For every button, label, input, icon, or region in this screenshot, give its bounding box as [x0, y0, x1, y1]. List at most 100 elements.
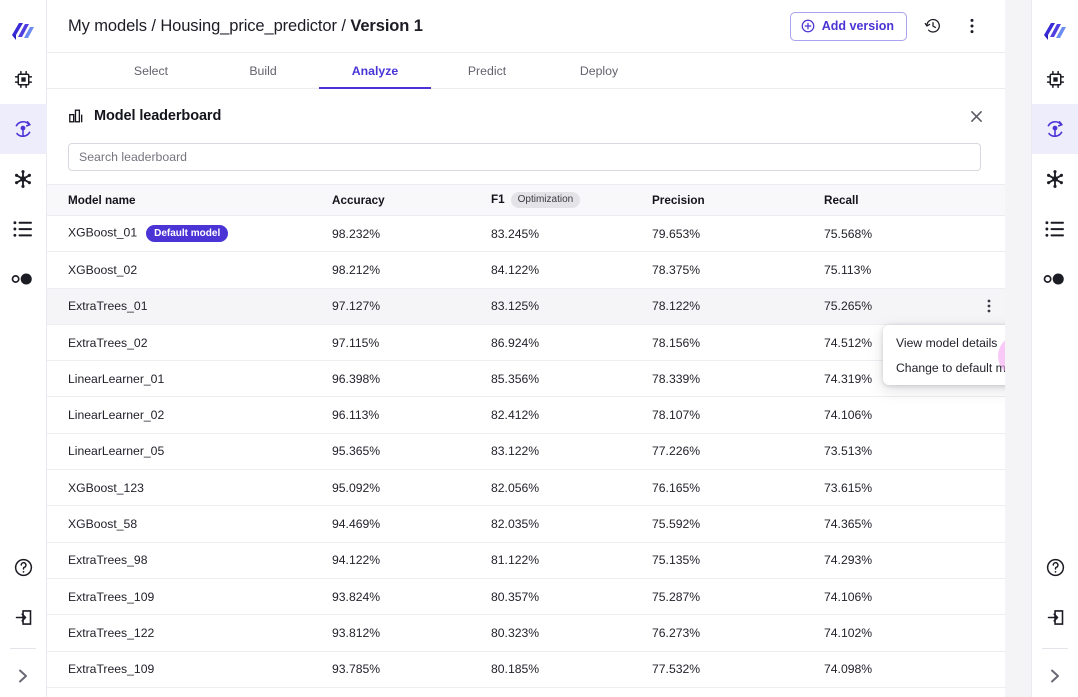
- sidebar-item-network[interactable]: [1032, 154, 1078, 204]
- cell-model-name: ExtraTrees_01: [47, 288, 332, 325]
- cell-precision: 78.339%: [652, 360, 824, 398]
- cell-accuracy: 98.232%: [332, 215, 491, 253]
- cell-accuracy: 96.113%: [332, 396, 491, 434]
- tab-select[interactable]: Select: [95, 53, 207, 88]
- brand-logo-icon[interactable]: [1032, 10, 1078, 54]
- table-header: Model name Accuracy F1 Optimization Preci…: [47, 184, 1005, 216]
- value-recall: 74.319%: [824, 371, 873, 386]
- table-body: XGBoost_01 Default model 98.232% 83.245% 79.…: [47, 215, 1005, 688]
- cell-accuracy: 93.824%: [332, 578, 491, 616]
- cell-model-name: ExtraTrees_122: [47, 614, 332, 652]
- tab-predict[interactable]: Predict: [431, 53, 543, 88]
- expand-sidebar-button[interactable]: [0, 655, 47, 697]
- cell-f1: 80.357%: [491, 578, 652, 616]
- cell-precision: 76.273%: [652, 614, 824, 652]
- cell-accuracy: 93.785%: [332, 651, 491, 688]
- menu-item-view-model-details[interactable]: View model details: [883, 330, 1005, 355]
- breadcrumb-current: Version 1: [350, 16, 423, 35]
- help-button[interactable]: [0, 542, 47, 592]
- table-row[interactable]: ExtraTrees_98 94.122% 81.122% 75.135% 74.293…: [47, 542, 1005, 579]
- table-row[interactable]: ExtraTrees_02 97.115% 86.924% 78.156% 74.512…: [47, 324, 1005, 362]
- value-recall: 73.615%: [824, 480, 873, 495]
- table-row[interactable]: XGBoost_01 Default model 98.232% 83.245% 79.…: [47, 215, 1005, 253]
- cell-f1: 80.185%: [491, 651, 652, 688]
- model-name-label: XGBoost_02: [68, 262, 138, 277]
- table-row[interactable]: LinearLearner_02 96.113% 82.412% 78.107% 74.…: [47, 396, 1005, 434]
- cell-accuracy: 95.092%: [332, 469, 491, 507]
- value-recall: 74.512%: [824, 335, 873, 350]
- value-recall: 74.293%: [824, 553, 873, 568]
- cell-model-name: LinearLearner_01: [47, 360, 332, 398]
- sidebar-item-list[interactable]: [0, 204, 47, 254]
- more-vertical-icon[interactable]: [959, 13, 985, 39]
- column-header-precision[interactable]: Precision: [652, 184, 824, 216]
- tab-deploy[interactable]: Deploy: [543, 53, 655, 88]
- close-icon[interactable]: [965, 105, 987, 127]
- tab-analyze[interactable]: Analyze: [319, 53, 431, 89]
- cell-recall: 74.293%: [824, 542, 1005, 579]
- cell-model-name: ExtraTrees_98: [47, 542, 332, 579]
- cell-f1: 82.056%: [491, 469, 652, 507]
- sidebar-item-circles[interactable]: [0, 254, 47, 304]
- breadcrumb-root[interactable]: My models: [68, 17, 147, 35]
- cell-precision: 79.653%: [652, 215, 824, 253]
- sidebar-divider: [1042, 648, 1068, 649]
- cell-f1: 83.245%: [491, 215, 652, 253]
- breadcrumb-project[interactable]: Housing_price_predictor: [160, 17, 337, 35]
- cell-precision: 77.532%: [652, 651, 824, 688]
- history-clock-icon[interactable]: [920, 13, 946, 39]
- add-version-button[interactable]: Add version: [789, 11, 907, 41]
- brand-logo-icon[interactable]: [0, 10, 47, 54]
- tab-build[interactable]: Build: [207, 53, 319, 88]
- cell-recall: 75.265%: [824, 288, 1005, 325]
- cell-f1: 85.356%: [491, 360, 652, 398]
- signin-button[interactable]: [1032, 592, 1078, 642]
- column-header-accuracy[interactable]: Accuracy: [332, 184, 491, 216]
- model-name-label: XGBoost_01: [68, 225, 138, 240]
- row-more-vertical-icon[interactable]: [987, 299, 991, 313]
- model-name-label: ExtraTrees_98: [68, 553, 148, 568]
- breadcrumb: My models / Housing_price_predictor / Ve…: [68, 17, 423, 36]
- table-row[interactable]: ExtraTrees_122 93.812% 80.323% 76.273% 74.10…: [47, 614, 1005, 652]
- table-row[interactable]: ExtraTrees_109 93.824% 80.357% 75.287% 74.10…: [47, 578, 1005, 616]
- table-row[interactable]: LinearLearner_05 95.365% 83.122% 77.226% 73.…: [47, 433, 1005, 471]
- table-row[interactable]: ExtraTrees_109 93.785% 80.185% 77.532% 74.09…: [47, 651, 1005, 688]
- table-header-row: Model name Accuracy F1 Optimization Preci…: [47, 184, 1005, 216]
- column-header-model-name[interactable]: Model name: [47, 184, 332, 216]
- cell-recall: 73.615%: [824, 469, 1005, 507]
- search-input[interactable]: [68, 143, 981, 171]
- column-header-f1[interactable]: F1 Optimization: [491, 184, 652, 216]
- help-button[interactable]: [1032, 542, 1078, 592]
- sidebar-item-models[interactable]: [0, 104, 47, 154]
- menu-item-change-to-default-model[interactable]: Change to default model: [883, 355, 1005, 380]
- row-context-menu: View model details Change to default mod…: [883, 325, 1005, 385]
- sidebar-item-network[interactable]: [0, 154, 47, 204]
- sidebar-item-circles[interactable]: [1032, 254, 1078, 304]
- sidebar-item-list[interactable]: [1032, 204, 1078, 254]
- sidebar-item-chip[interactable]: [1032, 54, 1078, 104]
- page-title: Model leaderboard: [94, 108, 222, 124]
- cell-precision: 78.122%: [652, 288, 824, 325]
- table-row[interactable]: XGBoost_02 98.212% 84.122% 78.375% 75.113%: [47, 251, 1005, 289]
- cell-recall: 74.106%: [824, 578, 1005, 616]
- tab-bar: Select Build Analyze Predict Deploy: [47, 53, 1005, 89]
- value-recall: 75.568%: [824, 226, 873, 241]
- cell-model-name: XGBoost_123: [47, 469, 332, 507]
- table-row[interactable]: ExtraTrees_01 97.127% 83.125% 78.122% 75.265…: [47, 288, 1005, 325]
- expand-sidebar-button[interactable]: [1032, 655, 1078, 697]
- sidebar-item-chip[interactable]: [0, 54, 47, 104]
- table-row[interactable]: LinearLearner_01 96.398% 85.356% 78.339% 74.…: [47, 360, 1005, 398]
- model-name-label: ExtraTrees_02: [68, 335, 148, 350]
- model-name-label: ExtraTrees_109: [68, 589, 155, 604]
- cell-recall: 74.102%: [824, 614, 1005, 652]
- sidebar-item-models[interactable]: [1031, 104, 1078, 154]
- value-recall: 75.113%: [824, 262, 872, 277]
- cell-model-name: LinearLearner_05: [47, 433, 332, 471]
- column-header-recall[interactable]: Recall: [824, 184, 1005, 216]
- table-row[interactable]: XGBoost_123 95.092% 82.056% 76.165% 73.615%: [47, 469, 1005, 507]
- table-row[interactable]: XGBoost_58 94.469% 82.035% 75.592% 74.365%: [47, 505, 1005, 543]
- signin-button[interactable]: [0, 592, 47, 642]
- cell-accuracy: 97.115%: [332, 324, 491, 362]
- column-label-precision: Precision: [652, 193, 705, 207]
- status-badge: Default model: [146, 225, 229, 242]
